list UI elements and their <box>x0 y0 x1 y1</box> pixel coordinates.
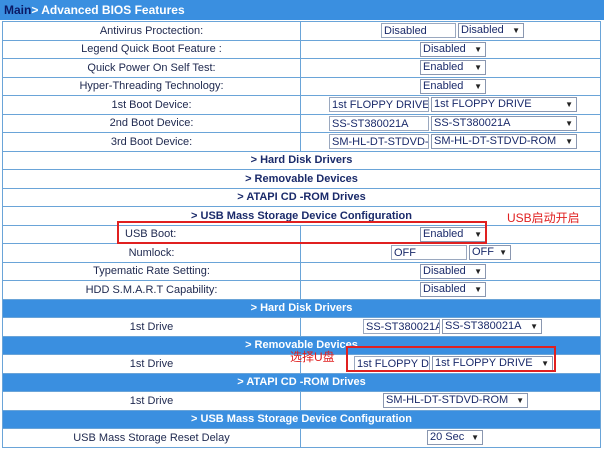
hdd-1st-drive-select[interactable]: SS-ST380021A ▼ <box>442 319 542 335</box>
dropdown-arrow-icon: ▼ <box>474 229 482 239</box>
dropdown-arrow-icon: ▼ <box>474 44 482 54</box>
setting-label: Typematic Rate Setting: <box>2 261 301 281</box>
legend-quick-boot-select[interactable]: Disabled ▼ <box>420 41 486 57</box>
atapi-drives-link[interactable]: > ATAPI CD -ROM Drives <box>2 187 601 207</box>
setting-label: USB Mass Storage Reset Delay <box>2 428 301 448</box>
numlock-select[interactable]: OFF ▼ <box>469 245 511 261</box>
section-atapi-drives: > ATAPI CD -ROM Drives <box>2 372 601 392</box>
usb-reset-delay-select[interactable]: 20 Sec ▼ <box>427 430 483 446</box>
row-quick-post: Quick Power On Self Test: Enabled ▼ <box>2 58 601 78</box>
boot-device-1-select[interactable]: 1st FLOPPY DRIVE ▼ <box>431 97 577 113</box>
dropdown-arrow-icon: ▼ <box>565 100 573 110</box>
typematic-select[interactable]: Disabled ▼ <box>420 263 486 279</box>
setting-label: 1st Drive <box>2 391 301 411</box>
antivirus-select[interactable]: Disabled ▼ <box>458 23 524 39</box>
setting-label: Antivirus Proctection: <box>2 21 301 41</box>
row-hdd-link: > Hard Disk Drivers <box>2 150 601 170</box>
row-smart: HDD S.M.A.R.T Capability: Disabled ▼ <box>2 280 601 300</box>
value-text-box[interactable]: SS-ST380021A <box>363 319 440 335</box>
annotation-usb-boot: USB启动开启 <box>507 211 580 225</box>
section-usb-mass-storage: > USB Mass Storage Device Configuration <box>2 409 601 429</box>
row-atapi-1st-drive: 1st Drive SM-HL-DT-STDVD-ROM ▼ <box>2 391 601 411</box>
row-usb-boot: USB Boot: Enabled ▼ <box>2 224 601 244</box>
row-boot-2: 2nd Boot Device: SS-ST380021A SS-ST38002… <box>2 113 601 133</box>
dropdown-arrow-icon: ▼ <box>541 359 549 369</box>
value-text-box[interactable]: 1st FLOPPY DRIVE <box>354 356 430 372</box>
setting-label: 2nd Boot Device: <box>2 113 301 133</box>
value-text-box[interactable]: SM-HL-DT-STDVD-ROM <box>329 134 429 150</box>
page-title: > Advanced BIOS Features <box>31 3 185 17</box>
smart-select[interactable]: Disabled ▼ <box>420 282 486 298</box>
row-antivirus: Antivirus Proctection: Disabled Disabled… <box>2 21 601 41</box>
dropdown-arrow-icon: ▼ <box>499 248 507 258</box>
boot-device-2-select[interactable]: SS-ST380021A ▼ <box>431 115 577 131</box>
row-numlock: Numlock: OFF OFF ▼ <box>2 243 601 263</box>
row-boot-3: 3rd Boot Device: SM-HL-DT-STDVD-ROM SM-H… <box>2 132 601 152</box>
setting-label: HDD S.M.A.R.T Capability: <box>2 280 301 300</box>
hyper-threading-select[interactable]: Enabled ▼ <box>420 78 486 94</box>
row-atapi-link: > ATAPI CD -ROM Drives <box>2 187 601 207</box>
quick-post-select[interactable]: Enabled ▼ <box>420 60 486 76</box>
dropdown-arrow-icon: ▼ <box>565 118 573 128</box>
breadcrumb-main[interactable]: Main <box>4 3 31 17</box>
boot-device-3-select[interactable]: SM-HL-DT-STDVD-ROM ▼ <box>431 134 577 150</box>
row-hyper-threading: Hyper-Threading Technology: Enabled ▼ <box>2 76 601 96</box>
row-typematic: Typematic Rate Setting: Disabled ▼ <box>2 261 601 281</box>
dropdown-arrow-icon: ▼ <box>474 63 482 73</box>
removable-devices-link[interactable]: > Removable Devices <box>2 169 601 189</box>
dropdown-arrow-icon: ▼ <box>471 433 479 443</box>
usb-boot-select[interactable]: Enabled ▼ <box>420 226 486 242</box>
setting-label: 3rd Boot Device: <box>2 132 301 152</box>
row-boot-1: 1st Boot Device: 1st FLOPPY DRIVE 1st FL… <box>2 95 601 115</box>
dropdown-arrow-icon: ▼ <box>474 266 482 276</box>
value-text-box[interactable]: Disabled <box>381 23 456 39</box>
dropdown-arrow-icon: ▼ <box>530 322 538 332</box>
atapi-1st-drive-select[interactable]: SM-HL-DT-STDVD-ROM ▼ <box>383 393 528 409</box>
annotation-select-usb: 选择U盘 <box>290 350 335 364</box>
dropdown-arrow-icon: ▼ <box>474 285 482 295</box>
setting-label: Numlock: <box>2 243 301 263</box>
section-title: > Hard Disk Drivers <box>2 298 601 318</box>
row-hdd-1st-drive: 1st Drive SS-ST380021A SS-ST380021A ▼ <box>2 317 601 337</box>
section-hard-disk-drivers: > Hard Disk Drivers <box>2 298 601 318</box>
value-text-box[interactable]: SS-ST380021A <box>329 115 429 131</box>
page-header: Main> Advanced BIOS Features <box>0 0 604 20</box>
dropdown-arrow-icon: ▼ <box>474 81 482 91</box>
hard-disk-drivers-link[interactable]: > Hard Disk Drivers <box>2 150 601 170</box>
setting-label: 1st Boot Device: <box>2 95 301 115</box>
row-legend-quick-boot: Legend Quick Boot Feature : Disabled ▼ <box>2 39 601 59</box>
setting-label: Hyper-Threading Technology: <box>2 76 301 96</box>
setting-label: Quick Power On Self Test: <box>2 58 301 78</box>
setting-label: 1st Drive <box>2 354 301 374</box>
dropdown-arrow-icon: ▼ <box>516 396 524 406</box>
bios-settings-table: Antivirus Proctection: Disabled Disabled… <box>2 21 601 448</box>
dropdown-arrow-icon: ▼ <box>512 26 520 36</box>
section-title: > ATAPI CD -ROM Drives <box>2 372 601 392</box>
row-removable-link: > Removable Devices <box>2 169 601 189</box>
row-usb-reset-delay: USB Mass Storage Reset Delay 20 Sec ▼ <box>2 428 601 448</box>
setting-label: Legend Quick Boot Feature : <box>2 39 301 59</box>
section-title: > USB Mass Storage Device Configuration <box>2 409 601 429</box>
setting-label: USB Boot: <box>2 224 301 244</box>
removable-1st-drive-select[interactable]: 1st FLOPPY DRIVE ▼ <box>432 356 553 372</box>
dropdown-arrow-icon: ▼ <box>565 137 573 147</box>
value-text-box[interactable]: 1st FLOPPY DRIVE <box>329 97 429 113</box>
value-text-box[interactable]: OFF <box>391 245 467 261</box>
setting-label: 1st Drive <box>2 317 301 337</box>
